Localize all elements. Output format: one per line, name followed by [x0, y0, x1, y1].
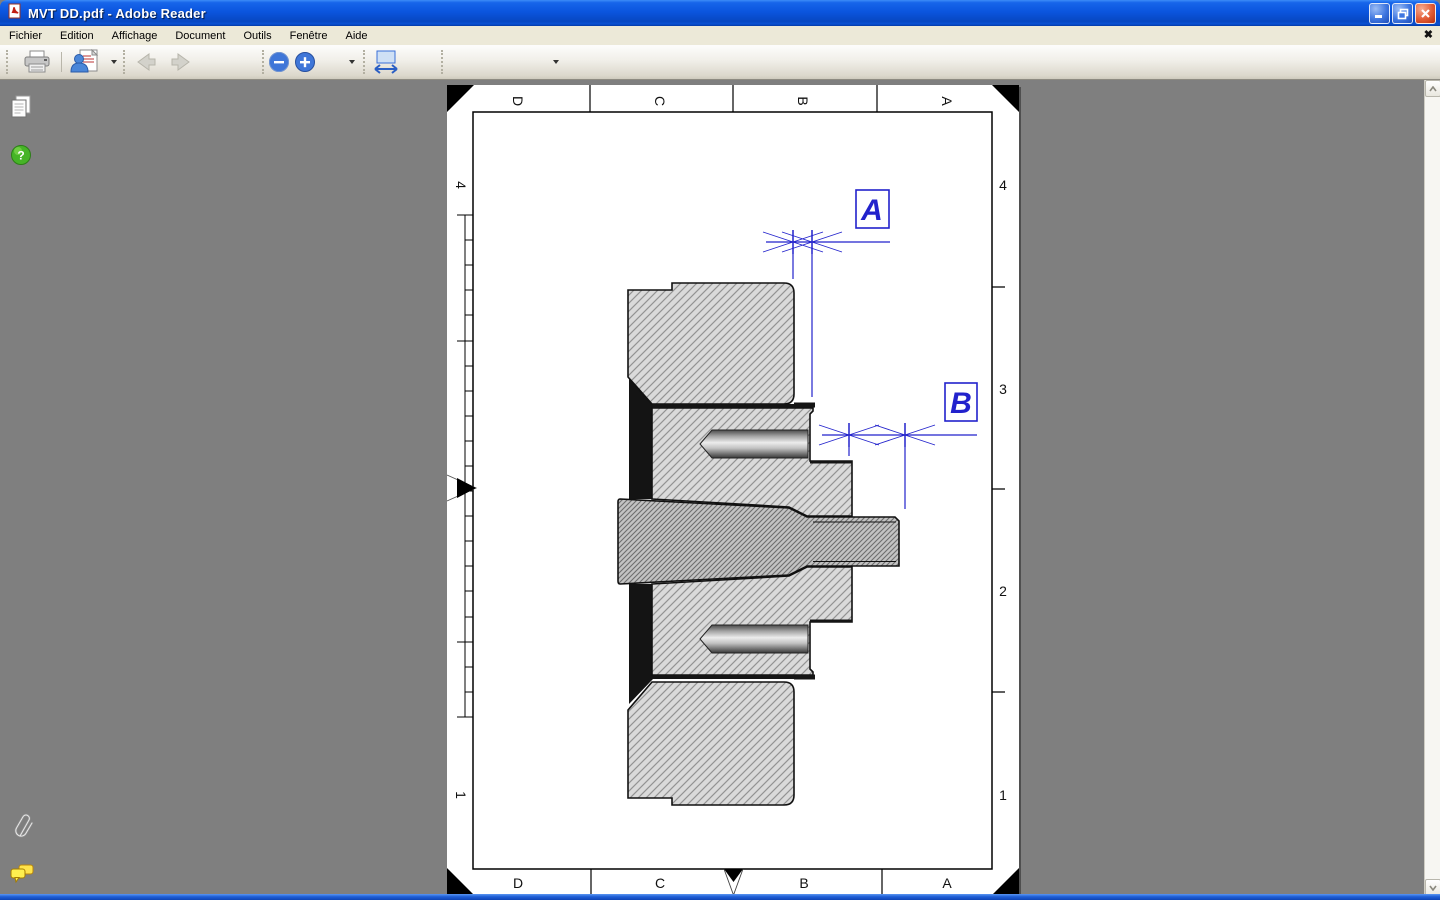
minimize-button[interactable]	[1369, 3, 1390, 24]
titlebar: MVT DD.pdf - Adobe Reader	[0, 0, 1440, 26]
svg-text:D: D	[513, 875, 523, 891]
toolbar-close-icon[interactable]: ✖	[1424, 28, 1433, 41]
menu-fenetre[interactable]: Fenêtre	[281, 26, 337, 45]
print-button[interactable]	[22, 45, 52, 79]
next-page-button[interactable]	[168, 45, 194, 79]
menu-outils[interactable]: Outils	[234, 26, 280, 45]
toolbar-drag-handle[interactable]	[6, 50, 9, 74]
menu-document[interactable]: Document	[166, 26, 234, 45]
toolbar-drag-handle[interactable]	[441, 50, 444, 74]
scroll-up-icon[interactable]	[1425, 80, 1440, 97]
svg-text:3: 3	[999, 381, 1007, 397]
help-icon[interactable]: ?	[10, 144, 32, 171]
svg-text:B: B	[799, 875, 808, 891]
zoom-dropdown-icon[interactable]	[349, 45, 355, 79]
menu-aide[interactable]: Aide	[337, 26, 377, 45]
dim-b-label: B	[950, 387, 972, 420]
window-border	[0, 894, 1440, 900]
document-pane: ?	[0, 80, 1440, 894]
window-title: MVT DD.pdf - Adobe Reader	[28, 6, 206, 21]
svg-text:2: 2	[999, 583, 1007, 599]
svg-text:A: A	[939, 96, 955, 106]
svg-text:4: 4	[453, 181, 469, 189]
toolbar-drag-handle[interactable]	[262, 50, 265, 74]
svg-text:B: B	[795, 96, 811, 105]
search-dropdown-icon[interactable]	[553, 45, 559, 79]
svg-text:C: C	[652, 96, 668, 106]
adobe-pdf-icon	[7, 3, 23, 24]
top-dowel-pin	[700, 430, 808, 458]
svg-text:D: D	[510, 96, 526, 106]
export-button[interactable]	[68, 45, 117, 79]
menu-fichier[interactable]: Fichier	[0, 26, 51, 45]
svg-text:C: C	[655, 875, 665, 891]
toolbar-drag-handle[interactable]	[123, 50, 126, 74]
svg-text:?: ?	[17, 149, 24, 163]
menu-affichage[interactable]: Affichage	[103, 26, 167, 45]
svg-text:A: A	[942, 875, 952, 891]
part-bottom-block	[628, 682, 794, 805]
pdf-page[interactable]: D C B A D C B A 4 3 2 1 4 1	[447, 85, 1019, 895]
part-shaft	[618, 499, 899, 584]
svg-text:4: 4	[999, 177, 1007, 193]
menu-edition[interactable]: Edition	[51, 26, 103, 45]
bottom-dowel-pin	[700, 625, 808, 653]
toolbar-separator	[61, 52, 62, 72]
fit-width-button[interactable]	[372, 45, 400, 79]
cross-section-view	[618, 283, 899, 805]
menubar: Fichier Edition Affichage Document Outil…	[0, 26, 1440, 45]
bottom-center-mark	[724, 869, 743, 895]
restore-button[interactable]	[1392, 3, 1413, 24]
svg-text:1: 1	[453, 791, 469, 799]
toolbar-drag-handle[interactable]	[363, 50, 366, 74]
comments-icon[interactable]	[10, 864, 36, 891]
svg-text:1: 1	[999, 787, 1007, 803]
pages-panel-icon[interactable]	[10, 94, 34, 125]
close-button[interactable]	[1415, 3, 1436, 24]
zoom-out-button[interactable]	[268, 45, 291, 79]
dim-a-label: A	[860, 194, 883, 227]
attachments-paperclip-icon[interactable]	[12, 812, 36, 845]
toolbar: / 1 63,1%	[0, 45, 1440, 80]
centering-scale	[457, 215, 473, 717]
previous-page-button[interactable]	[133, 45, 159, 79]
vertical-scrollbar[interactable]	[1424, 80, 1440, 897]
grid-labels-right: 4 3 2 1	[999, 177, 1007, 803]
zoom-in-button[interactable]	[294, 45, 317, 79]
left-center-mark	[447, 475, 476, 501]
part-top-block	[628, 283, 794, 404]
export-dropdown-icon[interactable]	[111, 60, 117, 64]
